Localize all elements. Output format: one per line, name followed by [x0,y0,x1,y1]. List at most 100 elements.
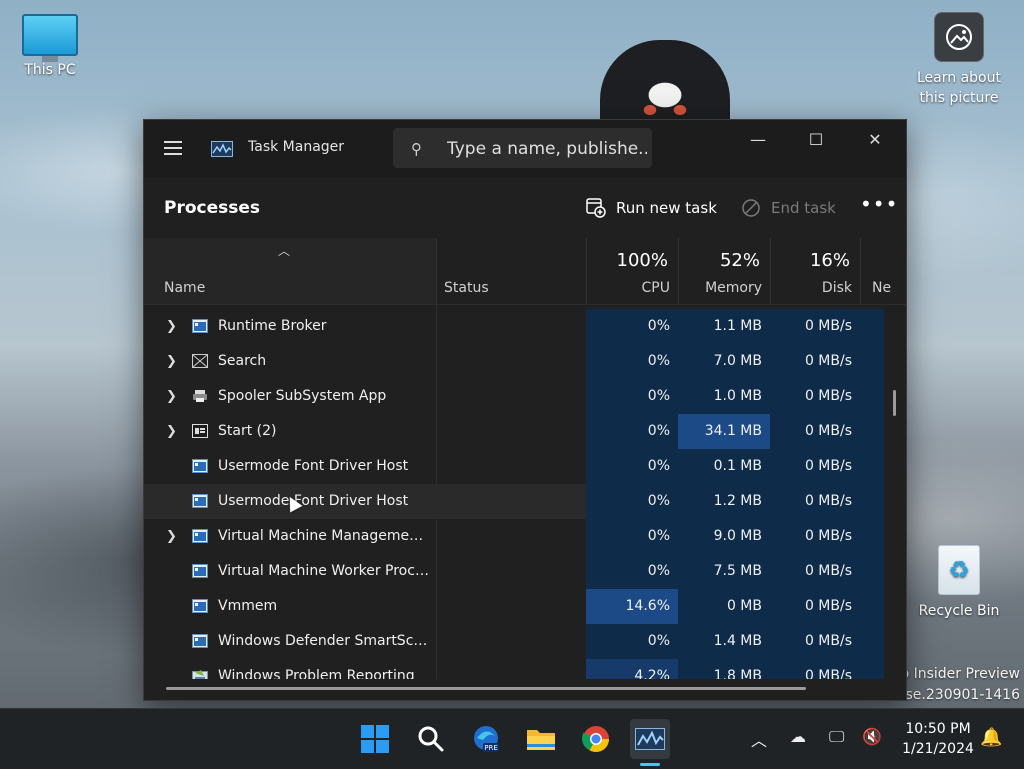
search-box[interactable]: ⚲ [393,128,652,168]
column-header-disk[interactable]: 16% Disk [770,238,861,304]
task-manager-taskbar-button[interactable] [630,719,670,759]
start-button[interactable] [355,719,395,759]
file-explorer-button[interactable] [521,719,561,759]
process-memory: 7.0 MB [678,344,770,379]
process-network [860,414,884,449]
expand-chevron-icon[interactable]: ❯ [166,519,180,554]
process-name: Usermode Font Driver Host [218,493,409,509]
process-memory: 0.1 MB [678,449,770,484]
process-cpu: 0% [586,519,678,554]
desktop-icon-this-pc[interactable]: This PC [12,12,88,80]
process-memory: 7.5 MB [678,554,770,589]
clock-date: 1/21/2024 [902,741,974,757]
process-disk: 0 MB/s [770,484,860,519]
onedrive-cloud-icon[interactable]: ☁ [790,727,806,746]
process-name: Windows Problem Reporting [218,668,415,679]
search-input[interactable] [445,136,649,162]
vertical-scrollbar[interactable] [893,390,896,416]
process-cpu: 0% [586,449,678,484]
process-disk: 0 MB/s [770,589,860,624]
table-row[interactable]: ❯ Virtual Machine Management ... 0% 9.0 … [144,519,884,554]
process-disk: 0 MB/s [770,624,860,659]
table-row[interactable]: Windows Defender SmartScre... 0% 1.4 MB … [144,624,884,659]
edge-icon: PRE [474,726,499,752]
column-header-memory[interactable]: 52% Memory [678,238,771,304]
svg-text:PRE: PRE [484,744,498,752]
horizontal-scrollbar[interactable] [166,687,806,690]
table-row[interactable]: ❯ Spooler SubSystem App 0% 1.0 MB 0 MB/s [144,379,884,414]
process-cpu: 0% [586,309,678,344]
chrome-button[interactable] [576,719,616,759]
end-task-button[interactable]: End task [741,194,836,222]
column-label: CPU [641,280,670,296]
process-memory: 1.2 MB [678,484,770,519]
column-header-network[interactable]: Ne [860,238,906,304]
end-task-icon [742,199,760,217]
process-cpu: 4.2% [586,659,678,679]
this-pc-icon [22,14,78,62]
maximize-button[interactable]: ☐ [787,120,845,158]
table-row[interactable]: ❯ Runtime Broker 0% 1.1 MB 0 MB/s [144,309,884,344]
edge-beta-button[interactable]: PRE [466,719,506,759]
process-network [860,554,884,589]
process-network [860,484,884,519]
process-disk: 0 MB/s [770,344,860,379]
camera-icon [934,12,984,62]
window-process-icon [192,599,208,613]
expand-chevron-icon[interactable]: ❯ [166,379,180,414]
desktop-icon-recycle-bin[interactable]: ♻ Recycle Bin [914,545,1004,621]
run-task-icon [586,198,606,218]
minimize-button[interactable]: — [729,120,787,158]
process-memory: 1.1 MB [678,309,770,344]
clock[interactable]: 10:50 PM 1/21/2024 [896,719,980,759]
process-cpu: 0% [586,484,678,519]
recycle-bin-icon: ♻ [938,545,980,595]
table-row[interactable]: ❯ Start (2) 0% 34.1 MB 0 MB/s [144,414,884,449]
build-watermark: ro Insider Preview ase.230901-1416 [895,664,1020,706]
column-label: Ne [872,280,892,296]
search-icon: ⚲ [411,140,422,158]
notification-bell-icon[interactable]: 🔔 [980,727,1002,748]
close-button[interactable]: ✕ [846,120,904,158]
network-icon[interactable]: 🖵 [829,727,844,747]
table-row[interactable]: Usermode Font Driver Host 0% 0.1 MB 0 MB… [144,449,884,484]
expand-chevron-icon[interactable]: ❯ [166,309,180,344]
desktop-icon-learn-about-picture[interactable]: Learn about this picture [912,12,1006,108]
volume-muted-icon[interactable]: 🔇 [862,727,882,746]
hamburger-menu-icon[interactable] [164,141,182,155]
table-row[interactable]: Usermode Font Driver Host 0% 1.2 MB 0 MB… [144,484,884,519]
process-network [860,449,884,484]
process-cpu: 0% [586,414,678,449]
desktop-icon-label: Recycle Bin [918,603,1000,619]
start-process-icon [192,424,208,438]
table-row[interactable]: ❯ Search 0% 7.0 MB 0 MB/s [144,344,884,379]
search-button[interactable] [411,719,451,759]
windows-logo-icon [361,725,389,753]
column-header-name[interactable]: ︿ Name [144,238,437,304]
process-name: Virtual Machine Management ... [218,528,430,544]
expand-chevron-icon[interactable]: ❯ [166,414,180,449]
task-manager-window: Task Manager ⚲ — ☐ ✕ Processes Run new t… [143,119,907,701]
cpu-total: 100% [616,250,668,271]
more-options-icon[interactable]: ••• [860,192,898,216]
process-disk: 0 MB/s [770,519,860,554]
process-name: Spooler SubSystem App [218,388,387,404]
column-header-cpu[interactable]: 100% CPU [586,238,679,304]
watermark-line: ase.230901-1416 [896,687,1020,703]
memory-total: 52% [719,250,760,271]
table-row[interactable]: Windows Problem Reporting 4.2% 1.8 MB 0 … [144,659,884,679]
process-disk: 0 MB/s [770,414,860,449]
process-network [860,624,884,659]
page-title: Processes [164,198,261,218]
expand-chevron-icon[interactable]: ❯ [166,344,180,379]
window-process-icon [192,634,208,648]
table-row[interactable]: Vmmem 14.6% 0 MB 0 MB/s [144,589,884,624]
show-hidden-icons-chevron-icon[interactable]: ︿ [751,727,767,751]
column-header-status[interactable]: Status [436,238,587,304]
process-memory: 9.0 MB [678,519,770,554]
column-label: Disk [821,280,852,296]
run-new-task-button[interactable]: Run new task [586,194,717,222]
process-name: Vmmem [218,598,278,614]
process-network [860,659,884,679]
table-row[interactable]: Virtual Machine Worker Process 0% 7.5 MB… [144,554,884,589]
